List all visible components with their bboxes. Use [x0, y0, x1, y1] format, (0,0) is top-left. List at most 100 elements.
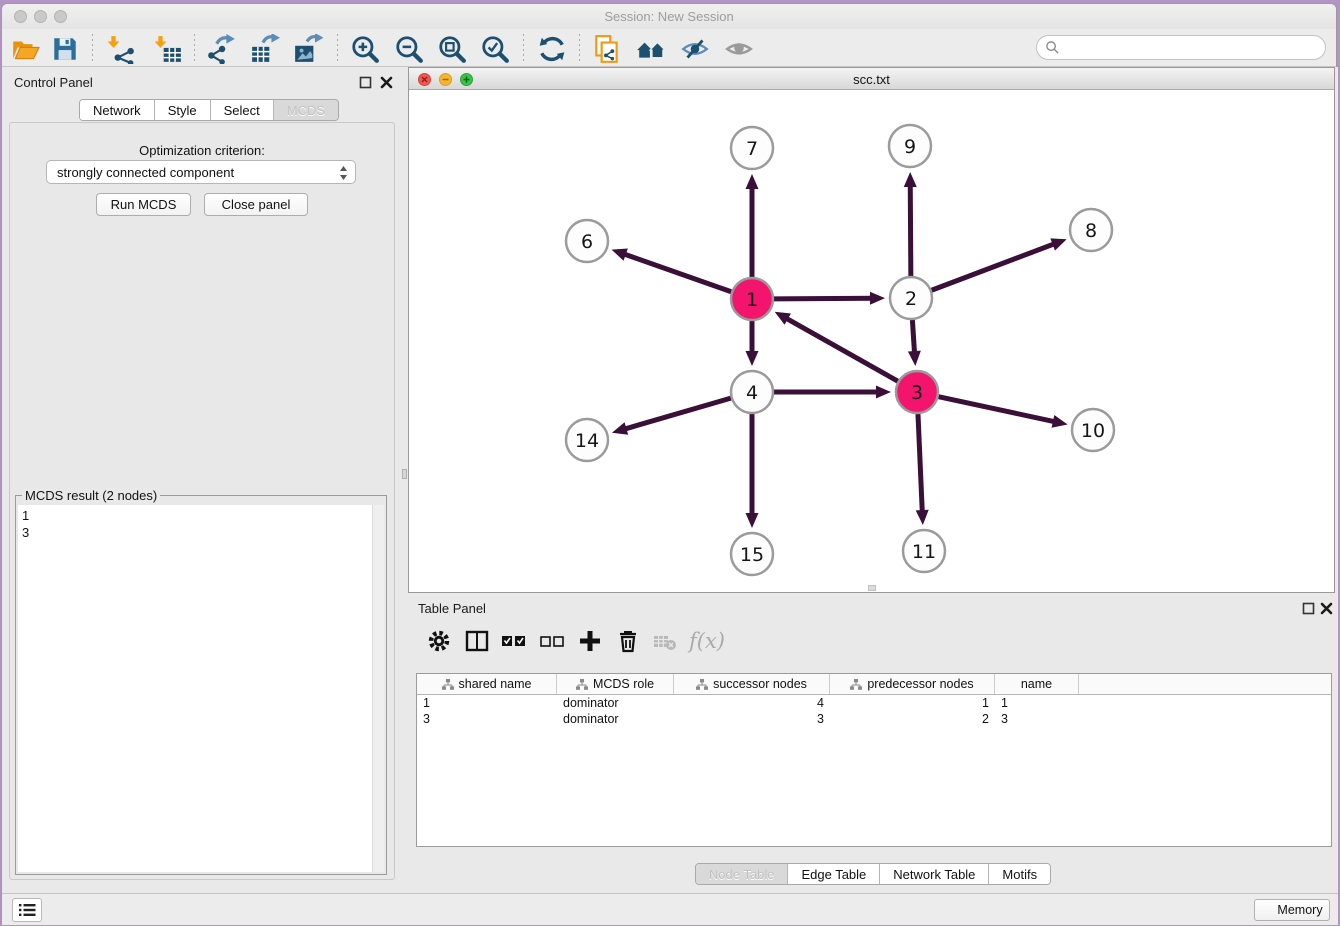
column-layout-icon[interactable]	[463, 627, 491, 655]
tab-network[interactable]: Network	[80, 100, 155, 120]
network-view-title: scc.txt	[409, 72, 1334, 87]
cell-mcds-role[interactable]: dominator	[557, 695, 674, 711]
mcds-result-title: MCDS result (2 nodes)	[22, 488, 160, 503]
column-header[interactable]: shared name	[417, 674, 557, 694]
open-session-icon[interactable]	[10, 34, 40, 64]
table-panel-title: Table Panel	[418, 601, 486, 616]
graph-edge-1-2[interactable]	[774, 298, 874, 299]
graph-node-label-4: 4	[746, 382, 758, 404]
content-area: Control Panel Network Style Select MCDS …	[2, 67, 1338, 893]
graph-node-label-8: 8	[1085, 220, 1097, 242]
control-panel: Control Panel Network Style Select MCDS …	[2, 67, 402, 893]
close-panel-button[interactable]: Close panel	[204, 193, 308, 216]
hide-panels-icon[interactable]	[680, 34, 710, 64]
save-session-icon[interactable]	[50, 34, 80, 64]
cell-shared-name[interactable]: 1	[417, 695, 557, 711]
import-table-icon[interactable]	[153, 34, 183, 64]
column-label: name	[1021, 677, 1052, 691]
mcds-result-item: 3	[22, 524, 368, 541]
mcds-result-list[interactable]: 1 3	[18, 505, 372, 872]
table-row[interactable]: 3 dominator 3 2 3	[417, 711, 1331, 727]
mcds-result-group: MCDS result (2 nodes) 1 3	[15, 495, 387, 875]
duplicate-network-icon[interactable]	[592, 34, 622, 64]
memory-button[interactable]: Memory	[1254, 899, 1330, 921]
graph-arrowhead-4-14	[612, 422, 628, 434]
float-table-panel-icon[interactable]	[1302, 602, 1315, 615]
delete-column-icon[interactable]	[614, 627, 642, 655]
delete-table-icon[interactable]	[651, 627, 679, 655]
float-panel-icon[interactable]	[359, 76, 372, 89]
cell-name[interactable]: 3	[995, 711, 1079, 727]
network-window-titlebar[interactable]: scc.txt	[409, 68, 1334, 90]
deselect-all-icon[interactable]	[538, 627, 566, 655]
zoom-selected-icon[interactable]	[480, 34, 510, 64]
graph-arrowhead-3-11	[916, 510, 929, 525]
column-header[interactable]: name	[995, 674, 1079, 694]
node-attribute-table: shared name MCDS role successor nodes pr…	[416, 673, 1332, 847]
graph-arrowhead-1-2	[870, 292, 885, 305]
zoom-out-icon[interactable]	[394, 34, 424, 64]
function-builder-icon[interactable]: f(x)	[689, 627, 729, 655]
cell-shared-name[interactable]: 3	[417, 711, 557, 727]
close-table-panel-icon[interactable]	[1320, 602, 1333, 615]
toolbar-separator	[92, 34, 93, 62]
hierarchy-icon	[696, 679, 708, 690]
table-row[interactable]: 1 dominator 4 1 1	[417, 695, 1331, 711]
select-all-icon[interactable]	[500, 627, 528, 655]
tab-motifs[interactable]: Motifs	[989, 864, 1050, 884]
tab-node-table[interactable]: Node Table	[696, 864, 789, 884]
zoom-fit-icon[interactable]	[437, 34, 467, 64]
cell-successor-nodes[interactable]: 4	[674, 695, 830, 711]
zoom-in-icon[interactable]	[350, 34, 380, 64]
add-column-icon[interactable]	[576, 627, 604, 655]
column-label: MCDS role	[593, 677, 654, 691]
cell-name[interactable]: 1	[995, 695, 1079, 711]
column-header[interactable]: predecessor nodes	[830, 674, 995, 694]
export-table-icon[interactable]	[250, 34, 280, 64]
graph-edge-3-1[interactable]	[784, 317, 898, 381]
cell-predecessor-nodes[interactable]: 2	[830, 711, 995, 727]
tab-edge-table[interactable]: Edge Table	[788, 864, 880, 884]
mcds-result-item: 1	[22, 507, 368, 524]
graph-edge-2-3[interactable]	[912, 320, 914, 355]
graph-arrowhead-2-9	[904, 172, 917, 187]
cell-mcds-role[interactable]: dominator	[557, 711, 674, 727]
hierarchy-icon	[576, 679, 588, 690]
search-input[interactable]	[1036, 35, 1326, 60]
close-panel-icon[interactable]	[380, 76, 393, 89]
network-view-window: scc.txt 7968124314101511	[408, 67, 1335, 593]
optimization-criterion-select[interactable]: strongly connected component	[46, 160, 356, 184]
export-network-icon[interactable]	[206, 34, 236, 64]
column-header[interactable]: MCDS role	[557, 674, 674, 694]
show-task-history-button[interactable]	[12, 898, 42, 922]
graph-edge-3-10[interactable]	[939, 397, 1057, 423]
graph-node-label-11: 11	[912, 541, 936, 563]
tab-mcds[interactable]: MCDS	[274, 100, 338, 120]
graph-edge-3-11[interactable]	[918, 414, 922, 514]
network-canvas[interactable]: 7968124314101511	[409, 90, 1334, 592]
show-panels-icon[interactable]	[724, 34, 754, 64]
apply-layout-icon[interactable]	[537, 34, 567, 64]
tab-select[interactable]: Select	[211, 100, 274, 120]
graph-edge-2-8[interactable]	[932, 243, 1057, 290]
run-mcds-button[interactable]: Run MCDS	[96, 193, 191, 216]
tab-style[interactable]: Style	[155, 100, 211, 120]
result-scrollbar[interactable]	[372, 505, 384, 872]
graph-node-label-1: 1	[746, 289, 758, 311]
import-network-icon[interactable]	[106, 34, 136, 64]
graph-edge-2-9[interactable]	[910, 183, 911, 276]
splitter-handle[interactable]	[402, 469, 407, 479]
column-header[interactable]: successor nodes	[674, 674, 830, 694]
column-label: shared name	[459, 677, 532, 691]
cell-successor-nodes[interactable]: 3	[674, 711, 830, 727]
hierarchy-icon	[850, 679, 862, 690]
tab-network-table[interactable]: Network Table	[880, 864, 989, 884]
export-image-icon[interactable]	[293, 34, 323, 64]
graph-edge-1-6[interactable]	[622, 253, 731, 291]
table-settings-icon[interactable]	[425, 627, 453, 655]
graph-node-label-6: 6	[581, 231, 593, 253]
manage-networks-icon[interactable]	[636, 34, 666, 64]
graph-edge-4-14[interactable]	[623, 398, 731, 430]
view-resize-handle[interactable]	[868, 585, 876, 591]
cell-predecessor-nodes[interactable]: 1	[830, 695, 995, 711]
